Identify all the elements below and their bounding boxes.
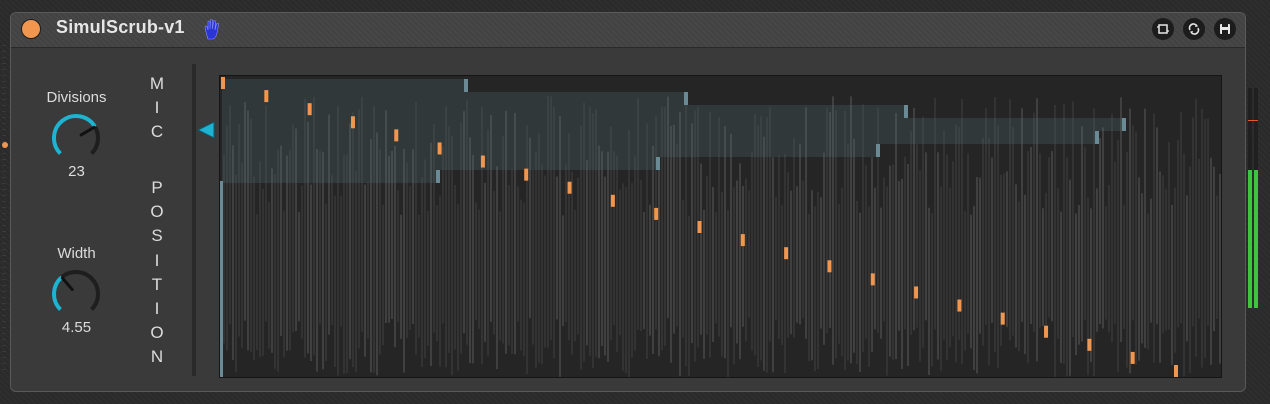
width-knob[interactable] (48, 266, 104, 322)
position-label: POSITION (147, 176, 167, 370)
scrub-region-edge (1122, 118, 1126, 131)
division-marker (610, 194, 615, 207)
meter-peak-marker (1248, 120, 1258, 121)
scrub-region-edge (656, 157, 660, 170)
scrub-region-edge (464, 79, 468, 92)
divisions-knob[interactable] (48, 110, 104, 166)
knob-value-arc (52, 275, 64, 311)
scrub-region-edge (436, 170, 440, 183)
division-marker (654, 207, 659, 220)
mic-position-letter: T (151, 274, 163, 294)
division-marker (697, 221, 702, 233)
scrub-display-canvas[interactable] (220, 76, 1221, 377)
output-meter (1248, 88, 1260, 310)
knob-value-arc (52, 114, 97, 155)
device-body: Divisions 23 Width 4.55 MIC POSITION (11, 48, 1245, 391)
mic-position-letter: N (150, 347, 164, 367)
division-marker (1174, 365, 1178, 377)
division-marker (827, 260, 832, 273)
device-power-button[interactable] (21, 19, 41, 39)
scrub-region (222, 92, 686, 105)
mic-position-letter: I (154, 250, 160, 270)
scrub-region-edge (684, 92, 688, 105)
scrub-region (222, 105, 906, 118)
division-marker (480, 155, 485, 168)
scrub-region (222, 144, 878, 157)
division-marker (914, 286, 919, 299)
division-marker (221, 77, 225, 89)
meter-right-fill (1254, 170, 1258, 308)
scrub-region (222, 79, 466, 92)
scrub-region-edge (876, 144, 880, 157)
divisions-label: Divisions (46, 89, 107, 106)
scrub-region (222, 157, 658, 170)
chain-edge (2, 40, 6, 370)
mic-position-handle[interactable] (196, 120, 216, 140)
mic-position-letter: O (150, 202, 164, 222)
meter-left-fill (1248, 170, 1252, 308)
division-marker (1130, 351, 1135, 364)
device-title: SimulScrub-v1 (56, 17, 185, 37)
save-icon (1220, 24, 1230, 34)
divisions-value[interactable]: 23 (29, 163, 124, 180)
mic-position-line (220, 181, 223, 377)
mic-position-letter: P (151, 178, 163, 197)
mic-position-letter: S (151, 226, 163, 246)
map-button[interactable] (1152, 18, 1174, 40)
device-panel: SimulScrub-v1 Divisions 23 Width 4.55 M … (10, 12, 1246, 392)
scrub-region (222, 118, 1124, 131)
mic-position-letter: C (150, 122, 164, 142)
width-label: Width (57, 245, 96, 262)
device-title-bar[interactable]: SimulScrub-v1 (11, 13, 1245, 48)
division-marker (1000, 312, 1005, 325)
division-marker (394, 129, 399, 142)
division-marker (524, 168, 529, 181)
division-marker (350, 116, 355, 129)
device-chain-indicator (2, 142, 8, 148)
division-marker (870, 273, 875, 286)
division-marker (1044, 325, 1049, 338)
scrub-region (222, 131, 1097, 144)
division-marker (784, 247, 789, 260)
scrub-region-edge (904, 105, 908, 118)
division-marker (307, 103, 312, 116)
mic-position-letter: I (154, 98, 160, 118)
scrub-region-edge (1095, 131, 1099, 144)
division-marker (567, 181, 572, 194)
knob-pointer (60, 276, 74, 291)
mic-position-slider[interactable] (192, 64, 215, 376)
width-value[interactable]: 4.55 (29, 319, 124, 336)
freeze-button[interactable] (1183, 18, 1205, 40)
division-marker (264, 90, 269, 103)
mic-label: MIC (147, 72, 167, 145)
division-marker (437, 142, 442, 155)
division-marker (957, 299, 962, 312)
scrub-region (222, 170, 438, 183)
division-marker (740, 234, 745, 247)
mic-position-letter: M (149, 74, 165, 93)
scrub-display[interactable] (219, 75, 1222, 378)
mic-position-letter: O (150, 323, 164, 343)
map-icon (1157, 24, 1169, 34)
refresh-icon (1188, 23, 1200, 35)
knob-pointer (79, 125, 96, 137)
mic-position-letter: I (154, 298, 160, 318)
save-preset-button[interactable] (1214, 18, 1236, 40)
hand-icon (204, 19, 219, 40)
division-marker (1087, 338, 1092, 351)
